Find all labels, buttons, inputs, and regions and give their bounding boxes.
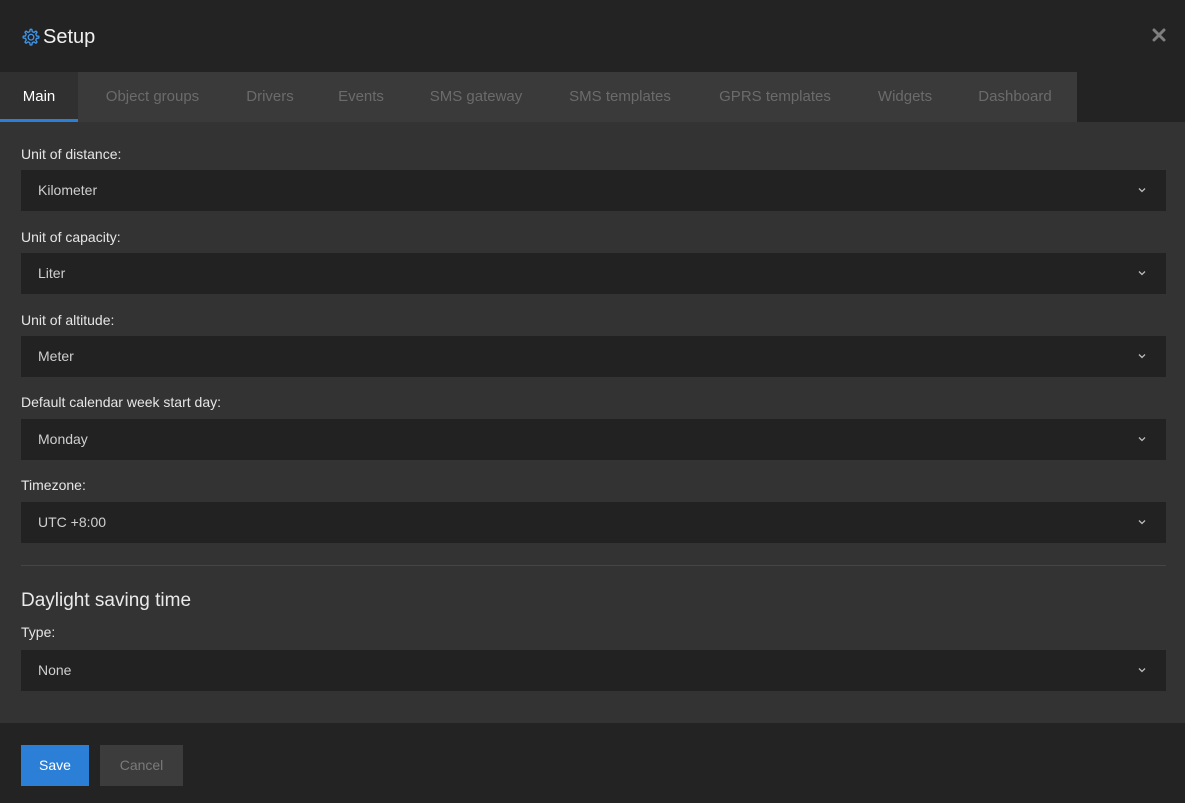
dst-type-select[interactable]: None <box>21 650 1166 691</box>
timezone-value: UTC +8:00 <box>38 514 107 530</box>
tab-sms-gateway[interactable]: SMS gateway <box>407 72 545 122</box>
tab-gprs-templates[interactable]: GPRS templates <box>695 72 855 122</box>
save-button[interactable]: Save <box>21 745 89 786</box>
capacity-value: Liter <box>38 265 66 281</box>
section-divider <box>21 565 1166 566</box>
week-start-label: Default calendar week start day: <box>21 394 221 410</box>
altitude-label: Unit of altitude: <box>21 312 115 328</box>
dialog-footer: Save Cancel <box>0 723 1185 803</box>
dst-section-title: Daylight saving time <box>21 590 192 611</box>
tab-bar: Main Object groups Drivers Events SMS ga… <box>0 72 1077 122</box>
chevron-down-icon <box>1138 354 1146 359</box>
tab-dashboard[interactable]: Dashboard <box>955 72 1075 122</box>
tab-events[interactable]: Events <box>315 72 407 122</box>
timezone-label: Timezone: <box>21 477 86 493</box>
week-start-select[interactable]: Monday <box>21 419 1166 460</box>
capacity-select[interactable]: Liter <box>21 253 1166 294</box>
tab-main[interactable]: Main <box>0 72 78 122</box>
tab-object-groups[interactable]: Object groups <box>80 72 225 122</box>
gear-icon <box>22 28 40 46</box>
distance-select[interactable]: Kilometer <box>21 170 1166 211</box>
setup-dialog: Setup Main Object groups Drivers Events … <box>0 0 1185 803</box>
tab-drivers[interactable]: Drivers <box>225 72 315 122</box>
capacity-label: Unit of capacity: <box>21 229 121 245</box>
timezone-select[interactable]: UTC +8:00 <box>21 502 1166 543</box>
cancel-button[interactable]: Cancel <box>100 745 183 786</box>
chevron-down-icon <box>1138 437 1146 442</box>
main-panel: Unit of distance: Kilometer Unit of capa… <box>0 122 1185 723</box>
chevron-down-icon <box>1138 188 1146 193</box>
dst-type-value: None <box>38 662 72 678</box>
chevron-down-icon <box>1138 520 1146 525</box>
chevron-down-icon <box>1138 668 1146 673</box>
dst-type-label: Type: <box>21 624 56 640</box>
tab-sms-templates[interactable]: SMS templates <box>545 72 695 122</box>
week-start-value: Monday <box>38 431 88 447</box>
close-icon[interactable] <box>1151 26 1167 44</box>
title-bar: Setup <box>0 0 1185 72</box>
altitude-select[interactable]: Meter <box>21 336 1166 377</box>
tab-widgets[interactable]: Widgets <box>855 72 955 122</box>
altitude-value: Meter <box>38 348 74 364</box>
dialog-title: Setup <box>43 26 96 48</box>
distance-label: Unit of distance: <box>21 146 122 162</box>
distance-value: Kilometer <box>38 182 98 198</box>
chevron-down-icon <box>1138 271 1146 276</box>
